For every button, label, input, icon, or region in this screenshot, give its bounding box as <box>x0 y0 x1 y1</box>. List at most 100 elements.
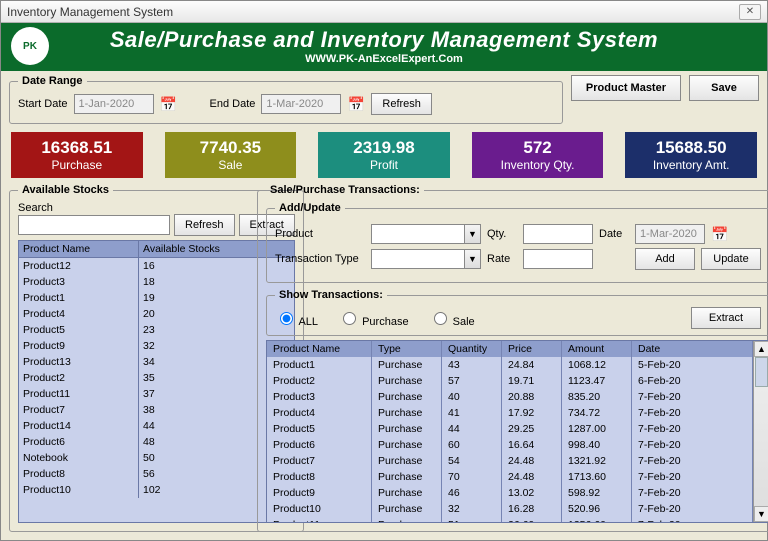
table-row[interactable]: Product5Purchase4429.251287.007-Feb-20 <box>267 421 753 437</box>
calendar-icon[interactable]: 📅 <box>160 95 178 113</box>
table-row[interactable]: Product10Purchase3216.28520.967-Feb-20 <box>267 501 753 517</box>
calendar-icon[interactable]: 📅 <box>711 225 729 243</box>
table-row[interactable]: Product8Purchase7024.481713.607-Feb-20 <box>267 469 753 485</box>
list-item[interactable]: Product119 <box>19 290 294 306</box>
available-stocks-legend: Available Stocks <box>18 184 113 196</box>
list-item[interactable]: Product523 <box>19 322 294 338</box>
table-row[interactable]: Product1Purchase4324.841068.125-Feb-20 <box>267 357 753 373</box>
radio-sale[interactable]: Sale <box>429 309 475 328</box>
kpi-value: 7740.35 <box>200 138 261 158</box>
scroll-thumb[interactable] <box>755 357 768 387</box>
kpi-card: 16368.51Purchase <box>11 132 143 178</box>
list-item[interactable]: Product10102 <box>19 482 294 498</box>
kpi-card: 7740.35Sale <box>165 132 297 178</box>
list-item[interactable]: Product1216 <box>19 258 294 274</box>
list-item[interactable]: Product932 <box>19 338 294 354</box>
kpi-label: Purchase <box>51 158 102 172</box>
banner-subtitle: WWW.PK-AnExcelExpert.Com <box>1 53 767 65</box>
logo-icon: PK <box>11 27 49 65</box>
kpi-value: 15688.50 <box>656 138 727 158</box>
stocks-refresh-button[interactable]: Refresh <box>174 214 235 236</box>
start-date-input[interactable] <box>74 94 154 114</box>
list-item[interactable]: Product318 <box>19 274 294 290</box>
kpi-card: 15688.50Inventory Amt. <box>625 132 757 178</box>
save-button[interactable]: Save <box>689 75 759 101</box>
end-date-label: End Date <box>210 98 256 110</box>
rate-input[interactable] <box>523 249 593 269</box>
show-transactions-legend: Show Transactions: <box>275 289 387 301</box>
qty-input[interactable] <box>523 224 593 244</box>
date-range-legend: Date Range <box>18 75 87 87</box>
table-row[interactable]: Product9Purchase4613.02598.927-Feb-20 <box>267 485 753 501</box>
stocks-header-name: Product Name <box>19 241 139 257</box>
grid-header: Product Name Type Quantity Price Amount … <box>267 341 753 357</box>
transactions-grid: Product Name Type Quantity Price Amount … <box>266 340 768 523</box>
list-item[interactable]: Product738 <box>19 402 294 418</box>
scroll-down-icon[interactable]: ▼ <box>754 506 768 522</box>
kpi-card: 2319.98Profit <box>318 132 450 178</box>
transactions-group: Sale/Purchase Transactions: Add/Update P… <box>257 184 768 532</box>
table-row[interactable]: Product2Purchase5719.711123.476-Feb-20 <box>267 373 753 389</box>
search-input[interactable] <box>18 215 170 235</box>
kpi-label: Profit <box>370 158 398 172</box>
table-row[interactable]: Product6Purchase6016.64998.407-Feb-20 <box>267 437 753 453</box>
show-transactions-group: Show Transactions: ALL Purchase Sale Ext… <box>266 289 768 336</box>
grid-header-qty: Quantity <box>442 341 502 357</box>
date-label: Date <box>599 228 629 240</box>
list-item[interactable]: Product1137 <box>19 386 294 402</box>
kpi-row: 16368.51Purchase 7740.35Sale 2319.98Profit… <box>1 126 767 184</box>
kpi-value: 16368.51 <box>41 138 112 158</box>
table-row[interactable]: Product11Purchase5126.601356.607-Feb-20 <box>267 517 753 522</box>
close-icon[interactable]: ✕ <box>739 4 761 20</box>
grid-header-amt: Amount <box>562 341 632 357</box>
radio-purchase[interactable]: Purchase <box>338 309 409 328</box>
chevron-down-icon[interactable]: ▼ <box>464 250 480 268</box>
trans-extract-button[interactable]: Extract <box>691 307 761 329</box>
banner-title: Sale/Purchase and Inventory Management S… <box>1 27 767 53</box>
stocks-header: Product Name Available Stocks <box>18 240 295 258</box>
update-button[interactable]: Update <box>701 248 761 270</box>
table-row[interactable]: Product3Purchase4020.88835.207-Feb-20 <box>267 389 753 405</box>
product-master-button[interactable]: Product Master <box>571 75 681 101</box>
scroll-up-icon[interactable]: ▲ <box>754 341 768 357</box>
list-item[interactable]: Product1444 <box>19 418 294 434</box>
app-window: Inventory Management System ✕ PK Sale/Pu… <box>0 0 768 541</box>
banner: PK Sale/Purchase and Inventory Managemen… <box>1 23 767 71</box>
titlebar: Inventory Management System ✕ <box>1 1 767 23</box>
rate-label: Rate <box>487 253 517 265</box>
list-item[interactable]: Product235 <box>19 370 294 386</box>
start-date-label: Start Date <box>18 98 68 110</box>
add-update-legend: Add/Update <box>275 202 345 214</box>
end-date-input[interactable] <box>261 94 341 114</box>
transactions-legend: Sale/Purchase Transactions: <box>266 184 424 196</box>
add-update-group: Add/Update Product ▼ Qty. Date 📅 Transac… <box>266 202 768 283</box>
type-label: Transaction Type <box>275 253 365 265</box>
trans-date-input[interactable] <box>635 224 705 244</box>
grid-header-date: Date <box>632 341 753 357</box>
refresh-button[interactable]: Refresh <box>371 93 432 115</box>
grid-header-pn: Product Name <box>267 341 372 357</box>
kpi-label: Inventory Amt. <box>653 158 730 172</box>
stocks-list[interactable]: Product1216Product318Product119Product42… <box>18 258 295 523</box>
window-title: Inventory Management System <box>7 5 173 19</box>
list-item[interactable]: Notebook50 <box>19 450 294 466</box>
product-label: Product <box>275 228 365 240</box>
kpi-value: 2319.98 <box>353 138 414 158</box>
calendar-icon[interactable]: 📅 <box>347 95 365 113</box>
search-label: Search <box>18 202 295 214</box>
add-button[interactable]: Add <box>635 248 695 270</box>
chevron-down-icon[interactable]: ▼ <box>464 225 480 243</box>
scrollbar[interactable]: ▲ ▼ <box>753 341 768 522</box>
table-row[interactable]: Product7Purchase5424.481321.927-Feb-20 <box>267 453 753 469</box>
kpi-label: Inventory Qty. <box>501 158 575 172</box>
kpi-card: 572Inventory Qty. <box>472 132 604 178</box>
list-item[interactable]: Product856 <box>19 466 294 482</box>
grid-header-price: Price <box>502 341 562 357</box>
list-item[interactable]: Product420 <box>19 306 294 322</box>
list-item[interactable]: Product1334 <box>19 354 294 370</box>
list-item[interactable]: Product648 <box>19 434 294 450</box>
grid-header-type: Type <box>372 341 442 357</box>
date-range-group: Date Range Start Date 📅 End Date 📅 Refre… <box>9 75 563 124</box>
table-row[interactable]: Product4Purchase4117.92734.727-Feb-20 <box>267 405 753 421</box>
radio-all[interactable]: ALL <box>275 309 318 328</box>
